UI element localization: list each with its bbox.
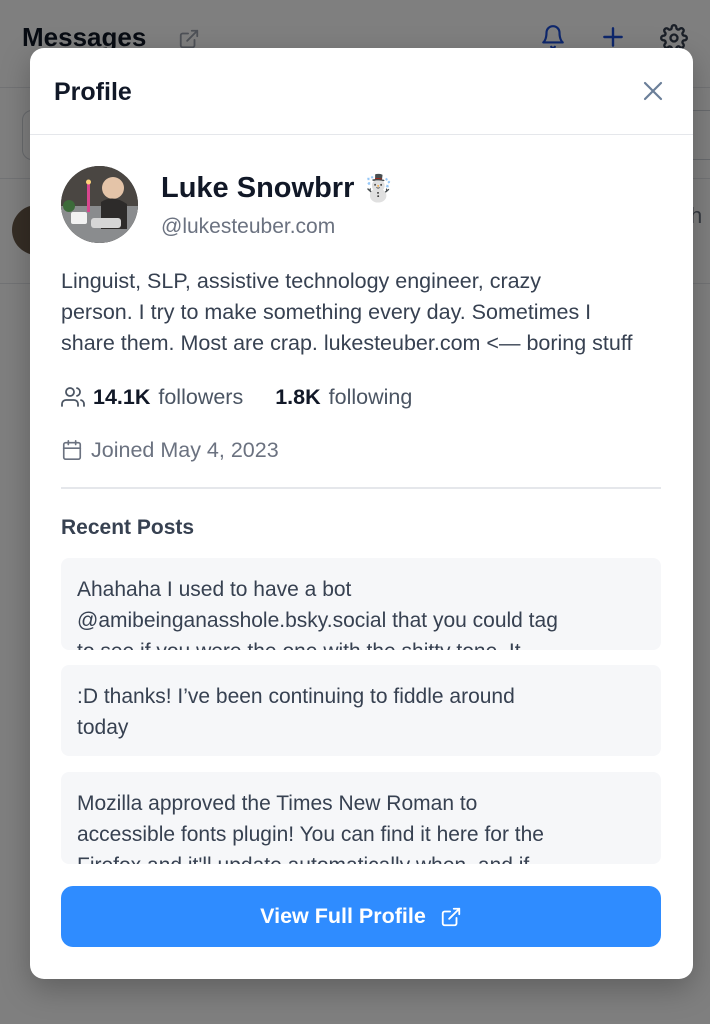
post-text-line: @amibeinganasshole.bsky.social that you … xyxy=(77,609,558,632)
modal-header: Profile xyxy=(30,48,693,135)
post-text-line: today xyxy=(77,716,129,739)
modal-title: Profile xyxy=(54,78,132,106)
joined-text: Joined May 4, 2023 xyxy=(91,437,279,462)
post-text-line: to see if you were the one with the shit… xyxy=(77,636,645,650)
close-icon xyxy=(643,81,663,101)
recent-post[interactable]: Ahahaha I used to have a bot @amibeingan… xyxy=(61,558,661,650)
post-text-line: accessible fonts plugin! You can find it… xyxy=(77,823,544,846)
profile-modal: Profile Luke Snowbrr ☃️ @lukesteuber.com… xyxy=(30,48,693,979)
followers-count[interactable]: 14.1K xyxy=(93,385,150,410)
post-text-line: :D thanks! I’ve been continuing to fiddl… xyxy=(77,685,515,708)
follow-stats: 14.1K followers 1.8K following xyxy=(61,383,412,411)
view-full-profile-button[interactable]: View Full Profile xyxy=(61,886,661,947)
profile-handle: @lukesteuber.com xyxy=(161,215,336,238)
recent-posts-heading: Recent Posts xyxy=(61,516,195,539)
bio-line: person. I try to make something every da… xyxy=(61,300,592,324)
users-icon xyxy=(61,387,85,407)
recent-post[interactable]: Mozilla approved the Times New Roman to … xyxy=(61,772,661,864)
divider xyxy=(61,487,661,489)
post-text-line: Firefox and it'll update automatically w… xyxy=(77,850,645,864)
recent-post[interactable]: :D thanks! I’ve been continuing to fiddl… xyxy=(61,665,661,756)
followers-label[interactable]: followers xyxy=(158,385,243,410)
bio-line: Linguist, SLP, assistive technology engi… xyxy=(61,269,542,293)
joined-date: Joined May 4, 2023 xyxy=(61,436,279,464)
snowman-emoji: ☃️ xyxy=(362,173,395,203)
avatar xyxy=(61,166,138,243)
view-full-profile-label: View Full Profile xyxy=(260,904,426,928)
bio-line: share them. Most are crap. lukesteuber.c… xyxy=(61,331,633,355)
following-count[interactable]: 1.8K xyxy=(275,385,320,410)
external-link-icon xyxy=(441,907,460,926)
avatar-photo xyxy=(61,166,138,243)
display-name-text: Luke Snowbrr xyxy=(161,172,355,204)
profile-bio: Linguist, SLP, assistive technology engi… xyxy=(61,266,666,359)
close-button[interactable] xyxy=(638,76,668,106)
post-text-line: Ahahaha I used to have a bot xyxy=(77,578,352,601)
post-text-line: Mozilla approved the Times New Roman to xyxy=(77,792,478,815)
following-label[interactable]: following xyxy=(329,385,413,410)
display-name: Luke Snowbrr ☃️ xyxy=(161,172,395,205)
calendar-icon xyxy=(62,440,82,460)
